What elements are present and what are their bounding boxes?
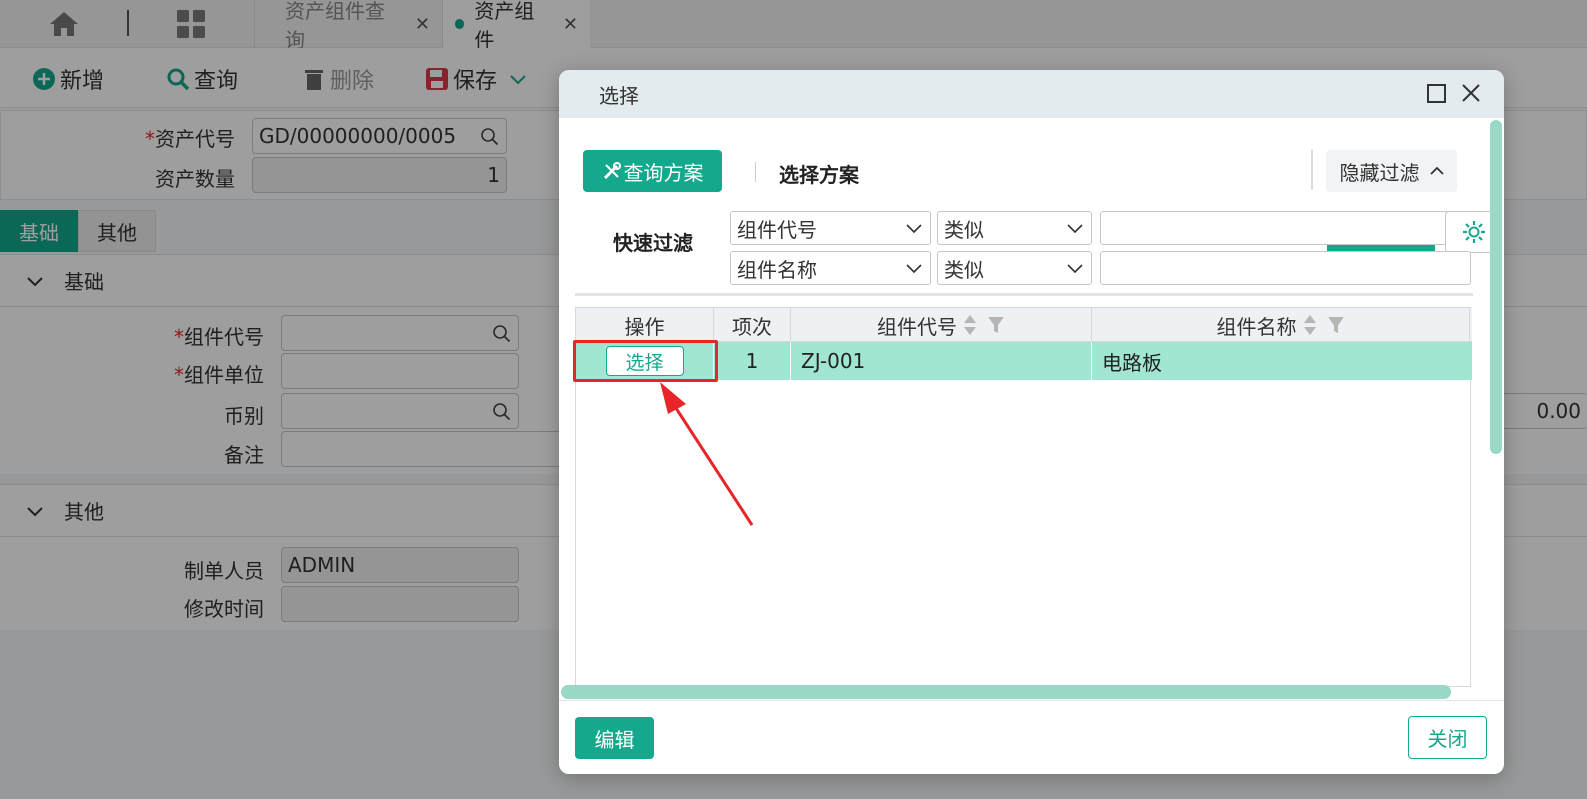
filter-icon[interactable] bbox=[1327, 316, 1345, 334]
chevron-down-icon bbox=[1067, 264, 1083, 274]
select-scheme-label[interactable]: 选择方案 bbox=[779, 159, 859, 188]
close-button[interactable]: 关闭 bbox=[1408, 716, 1487, 759]
sort-icon[interactable] bbox=[963, 313, 977, 337]
select-dialog: 选择 查询方案 选择方案 隐藏过滤 快速过滤 组件代号 类似 组件名称 类似 操… bbox=[559, 70, 1504, 774]
pointer-arrow bbox=[660, 382, 754, 526]
code-cell: ZJ-001 bbox=[791, 342, 1092, 380]
filter-value-input-1[interactable] bbox=[1100, 211, 1471, 245]
chevron-up-icon bbox=[1429, 166, 1444, 175]
chevron-down-icon bbox=[1067, 224, 1083, 234]
chevron-down-icon bbox=[906, 264, 922, 274]
column-header-code[interactable]: 组件代号 bbox=[791, 308, 1092, 342]
dialog-title: 选择 bbox=[599, 83, 639, 108]
filter-value-input-2[interactable] bbox=[1100, 251, 1471, 285]
highlight-box bbox=[573, 340, 718, 382]
filter-field-select-1[interactable]: 组件代号 bbox=[730, 211, 931, 245]
divider bbox=[575, 293, 1473, 296]
name-cell: 电路板 bbox=[1102, 350, 1162, 375]
filter-op-select-2[interactable]: 类似 bbox=[937, 251, 1092, 285]
divider bbox=[1311, 150, 1313, 190]
edit-button[interactable]: 编辑 bbox=[575, 717, 654, 759]
index-cell: 1 bbox=[714, 342, 791, 380]
column-header-index: 项次 bbox=[714, 308, 791, 342]
hide-filter-label: 隐藏过滤 bbox=[1339, 160, 1420, 185]
column-header-action: 操作 bbox=[576, 308, 714, 342]
filter-settings-button[interactable] bbox=[1445, 211, 1495, 253]
hide-filter-button[interactable]: 隐藏过滤 bbox=[1326, 150, 1457, 192]
divider bbox=[755, 162, 756, 182]
filter-field-select-2[interactable]: 组件名称 bbox=[730, 251, 931, 285]
quick-filter-label: 快速过滤 bbox=[613, 231, 693, 255]
chevron-down-icon bbox=[906, 224, 922, 234]
filter-op-select-1[interactable]: 类似 bbox=[937, 211, 1092, 245]
sort-icon[interactable] bbox=[1303, 313, 1317, 337]
dialog-footer: 编辑 关闭 bbox=[559, 700, 1504, 774]
close-icon[interactable] bbox=[1460, 82, 1482, 104]
vertical-scrollbar[interactable] bbox=[1490, 120, 1502, 454]
query-scheme-button[interactable]: 查询方案 bbox=[583, 150, 722, 192]
column-header-name[interactable]: 组件名称 bbox=[1092, 308, 1470, 342]
grid-header: 操作 项次 组件代号 组件名称 bbox=[576, 308, 1472, 342]
dialog-header: 选择 bbox=[559, 70, 1504, 118]
filter-icon[interactable] bbox=[987, 316, 1005, 334]
query-scheme-label: 查询方案 bbox=[623, 160, 704, 185]
horizontal-scrollbar[interactable] bbox=[561, 685, 1451, 699]
maximize-icon[interactable] bbox=[1427, 84, 1446, 103]
gear-icon bbox=[1463, 221, 1485, 243]
tools-icon bbox=[603, 162, 621, 180]
